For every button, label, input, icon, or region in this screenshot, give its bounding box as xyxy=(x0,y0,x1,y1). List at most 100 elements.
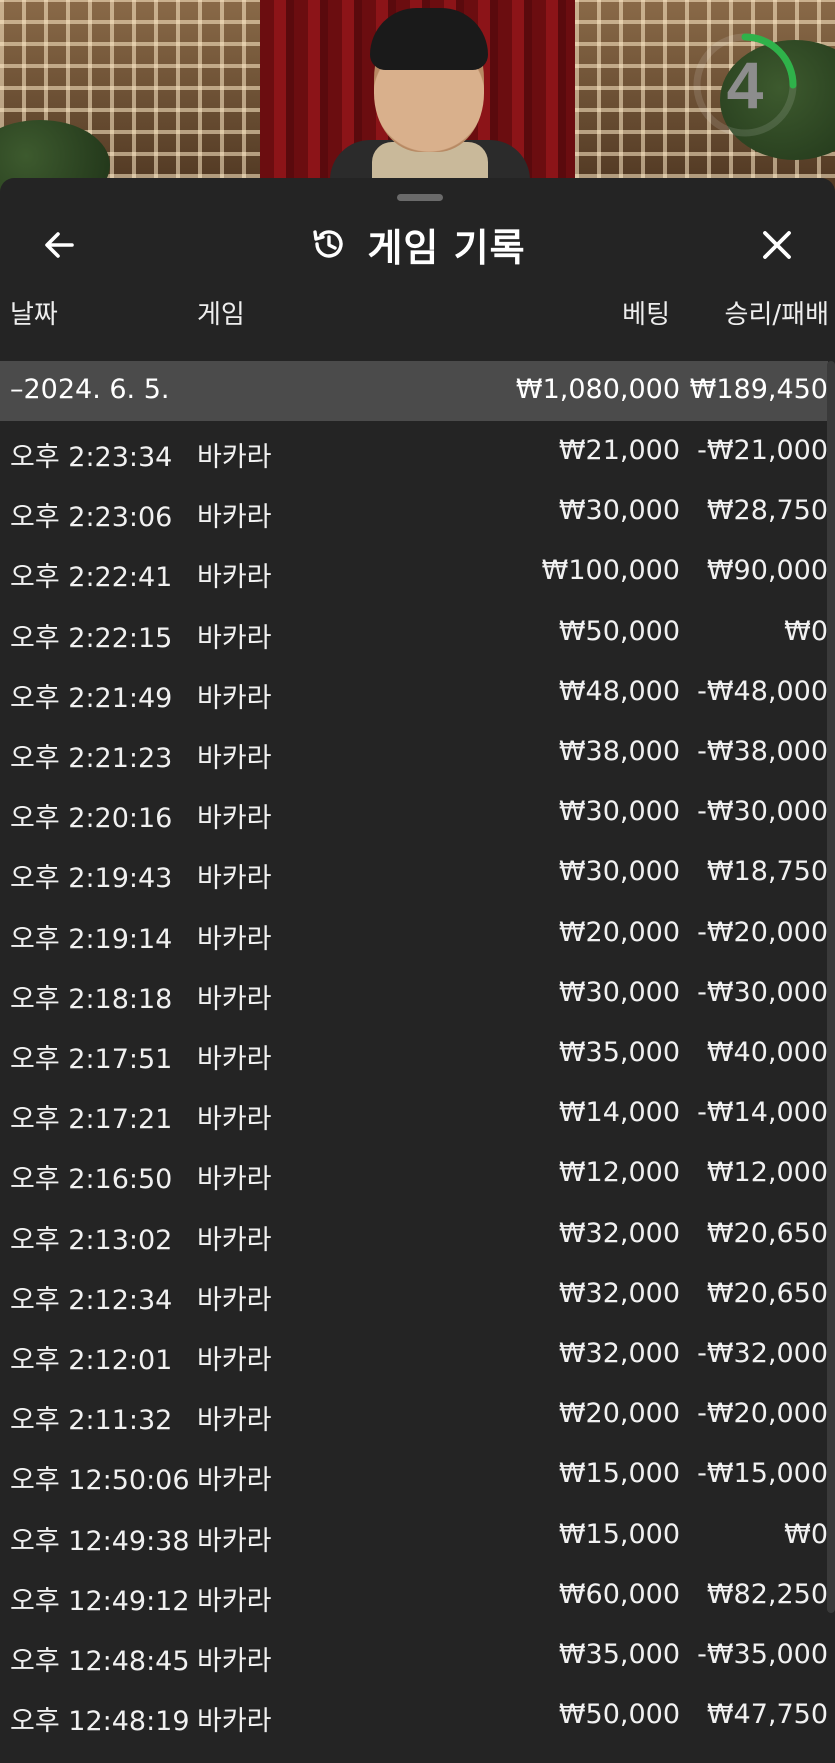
row-bet: ₩35,000 xyxy=(558,1037,680,1068)
history-row[interactable]: 오후 2:21:49 바카라 ₩48,000 -₩48,000 xyxy=(0,662,828,722)
row-result: -₩30,000 xyxy=(697,796,828,828)
row-bet: ₩60,000 xyxy=(558,1578,680,1610)
row-game: 바카라 xyxy=(197,1044,272,1075)
row-bet: ₩30,000 xyxy=(558,976,680,1008)
row-result: ₩0 xyxy=(784,1518,828,1550)
history-row[interactable]: 오후 2:12:01 바카라 ₩32,000 -₩32,000 xyxy=(0,1324,828,1384)
row-time: 오후 2:22:41 xyxy=(10,562,173,594)
row-time: 오후 2:17:21 xyxy=(10,1104,173,1136)
history-row[interactable]: 오후 12:49:38 바카라 ₩15,000 ₩0 xyxy=(0,1505,828,1565)
row-result: -₩15,000 xyxy=(697,1458,828,1490)
history-row[interactable]: 오후 12:48:45 바카라 ₩35,000 -₩35,000 xyxy=(0,1625,828,1685)
row-bet: ₩30,000 xyxy=(558,796,680,828)
row-game: 바카라 xyxy=(197,743,272,774)
row-result: ₩82,250 xyxy=(706,1578,828,1610)
history-row[interactable]: 오후 2:11:32 바카라 ₩20,000 -₩20,000 xyxy=(0,1384,828,1444)
row-game: 바카라 xyxy=(197,1164,272,1196)
row-time: 오후 12:49:38 xyxy=(10,1525,190,1557)
row-bet: ₩50,000 xyxy=(558,615,680,647)
row-game: 바카라 xyxy=(197,983,272,1015)
row-game: 바카라 xyxy=(197,562,272,594)
row-game: 바카라 xyxy=(197,923,272,955)
row-result: ₩47,750 xyxy=(706,1699,828,1731)
row-game: 바카라 xyxy=(197,1525,272,1557)
history-row[interactable]: 오후 2:23:06 바카라 ₩30,000 ₩28,750 xyxy=(0,481,828,541)
betting-countdown-timer: 4 xyxy=(690,30,800,140)
row-result: ₩20,650 xyxy=(706,1217,828,1249)
column-game: 게임 xyxy=(197,300,245,330)
history-row[interactable]: 오후 12:49:12 바카라 ₩60,000 ₩82,250 xyxy=(0,1565,828,1625)
row-game: 바카라 xyxy=(197,1706,272,1738)
column-bet: 베팅 xyxy=(622,300,670,330)
history-row[interactable]: 오후 2:17:51 바카라 ₩35,000 ₩40,000 xyxy=(0,1023,828,1083)
row-result: -₩20,000 xyxy=(697,916,828,948)
sheet-drag-handle[interactable] xyxy=(397,194,443,201)
date-group-total-result: ₩189,450 xyxy=(689,374,828,405)
row-time: 오후 2:18:18 xyxy=(10,983,173,1015)
history-table: –2024. 6. 5. ₩1,080,000 ₩189,450 오후 2:23… xyxy=(0,361,828,1763)
history-row[interactable]: 오후 12:48:19 바카라 ₩50,000 ₩47,750 xyxy=(0,1685,828,1745)
row-time: 오후 2:13:02 xyxy=(10,1224,173,1256)
history-row[interactable]: 오후 2:18:18 바카라 ₩30,000 -₩30,000 xyxy=(0,963,828,1023)
row-result: -₩21,000 xyxy=(697,435,828,466)
row-bet: ₩14,000 xyxy=(558,1097,680,1129)
row-time: 오후 12:48:45 xyxy=(10,1646,190,1677)
row-bet: ₩30,000 xyxy=(558,495,680,527)
row-game: 바카라 xyxy=(197,803,272,835)
row-bet: ₩30,000 xyxy=(558,856,680,888)
row-game: 바카라 xyxy=(197,1284,272,1316)
row-game: 바카라 xyxy=(197,1465,272,1497)
row-bet: ₩32,000 xyxy=(558,1277,680,1309)
row-time: 오후 2:22:15 xyxy=(10,622,173,654)
sheet-header: 게임 기록 xyxy=(0,208,835,280)
row-time: 오후 2:21:23 xyxy=(10,743,173,774)
row-game: 바카라 xyxy=(197,682,272,714)
history-row[interactable]: 오후 2:21:23 바카라 ₩38,000 -₩38,000 xyxy=(0,722,828,782)
row-bet: ₩15,000 xyxy=(558,1458,680,1490)
game-history-sheet: 게임 기록 날짜 게임 베팅 승리/패배 –2024. 6. 5. ₩1,080… xyxy=(0,178,835,1763)
row-game: 바카라 xyxy=(197,622,272,654)
row-game: 바카라 xyxy=(197,502,272,534)
row-result: -₩30,000 xyxy=(697,976,828,1008)
row-time: 오후 2:21:49 xyxy=(10,682,173,714)
row-bet: ₩35,000 xyxy=(558,1639,680,1670)
history-icon xyxy=(313,230,344,258)
history-row[interactable]: 오후 2:20:16 바카라 ₩30,000 -₩30,000 xyxy=(0,782,828,842)
close-button[interactable] xyxy=(748,216,806,274)
history-row[interactable]: 오후 2:19:14 바카라 ₩20,000 -₩20,000 xyxy=(0,903,828,963)
date-group-row[interactable]: –2024. 6. 5. ₩1,080,000 ₩189,450 xyxy=(0,361,828,421)
timer-value: 4 xyxy=(726,48,764,122)
date-group-label: –2024. 6. 5. xyxy=(10,374,170,405)
history-row[interactable]: 오후 2:23:34 바카라 ₩21,000 -₩21,000 xyxy=(0,421,828,481)
row-time: 오후 2:11:32 xyxy=(10,1405,173,1437)
row-bet: ₩50,000 xyxy=(558,1699,680,1731)
row-result: -₩14,000 xyxy=(697,1097,828,1129)
row-result: -₩35,000 xyxy=(697,1639,828,1670)
history-row[interactable]: 오후 2:12:34 바카라 ₩32,000 ₩20,650 xyxy=(0,1264,828,1324)
history-row[interactable]: 오후 2:13:02 바카라 ₩32,000 ₩20,650 xyxy=(0,1204,828,1264)
row-time: 오후 2:17:51 xyxy=(10,1044,173,1075)
history-row[interactable]: 오후 2:19:43 바카라 ₩30,000 ₩18,750 xyxy=(0,842,828,902)
close-icon xyxy=(763,231,791,259)
history-row[interactable]: 오후 2:22:41 바카라 ₩100,000 ₩90,000 xyxy=(0,541,828,601)
row-bet: ₩20,000 xyxy=(558,1398,680,1430)
row-bet: ₩20,000 xyxy=(558,916,680,948)
column-date: 날짜 xyxy=(10,300,58,330)
row-game: 바카라 xyxy=(197,1585,272,1617)
history-row[interactable]: 오후 2:16:50 바카라 ₩12,000 ₩12,000 xyxy=(0,1143,828,1203)
row-game: 바카라 xyxy=(197,1104,272,1136)
row-time: 오후 12:50:06 xyxy=(10,1465,190,1497)
row-result: -₩38,000 xyxy=(697,736,828,767)
row-bet: ₩38,000 xyxy=(558,736,680,767)
history-row[interactable]: 오후 2:22:15 바카라 ₩50,000 ₩0 xyxy=(0,602,828,662)
sheet-title: 게임 기록 xyxy=(367,225,526,270)
history-row[interactable]: 오후 12:50:06 바카라 ₩15,000 -₩15,000 xyxy=(0,1444,828,1504)
row-game: 바카라 xyxy=(197,1224,272,1256)
row-game: 바카라 xyxy=(197,1646,272,1677)
sheet-title-group: 게임 기록 xyxy=(0,208,835,280)
row-result: ₩28,750 xyxy=(706,495,828,527)
history-row[interactable]: 오후 2:17:21 바카라 ₩14,000 -₩14,000 xyxy=(0,1083,828,1143)
table-scrollbar[interactable] xyxy=(827,361,835,1613)
row-result: -₩20,000 xyxy=(697,1398,828,1430)
row-bet: ₩15,000 xyxy=(558,1518,680,1550)
